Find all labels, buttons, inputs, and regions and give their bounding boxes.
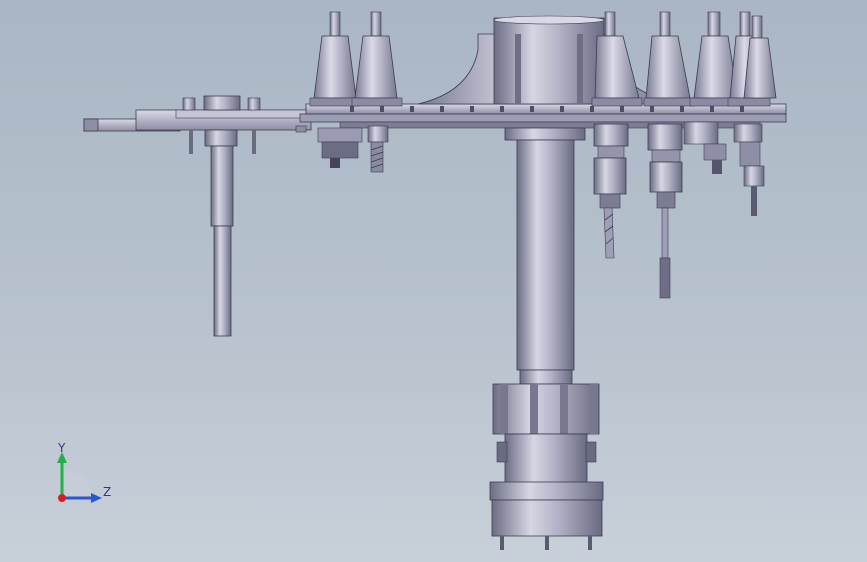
tool-reamer-2: [647, 123, 683, 299]
tool-magazine-model[interactable]: [0, 0, 867, 562]
left-arm: [83, 95, 312, 337]
y-axis-label: Y: [57, 441, 66, 455]
z-axis-arrowhead: [91, 493, 102, 503]
graphics-viewport[interactable]: Y Z: [0, 0, 867, 562]
triad-plane: [62, 469, 94, 498]
triad-origin: [58, 494, 66, 502]
z-axis-label: Z: [103, 485, 111, 499]
coordinate-triad-icon: Y Z: [57, 441, 111, 503]
tool-holder-4: [643, 11, 695, 107]
central-column: [489, 127, 604, 550]
central-hub: [417, 15, 681, 105]
tool-cutter-left: [317, 125, 389, 173]
tool-holder-1: [309, 11, 361, 107]
tool-drill-1: [593, 123, 629, 259]
tool-holder-2: [351, 11, 403, 107]
tool-group-right: [683, 121, 765, 216]
